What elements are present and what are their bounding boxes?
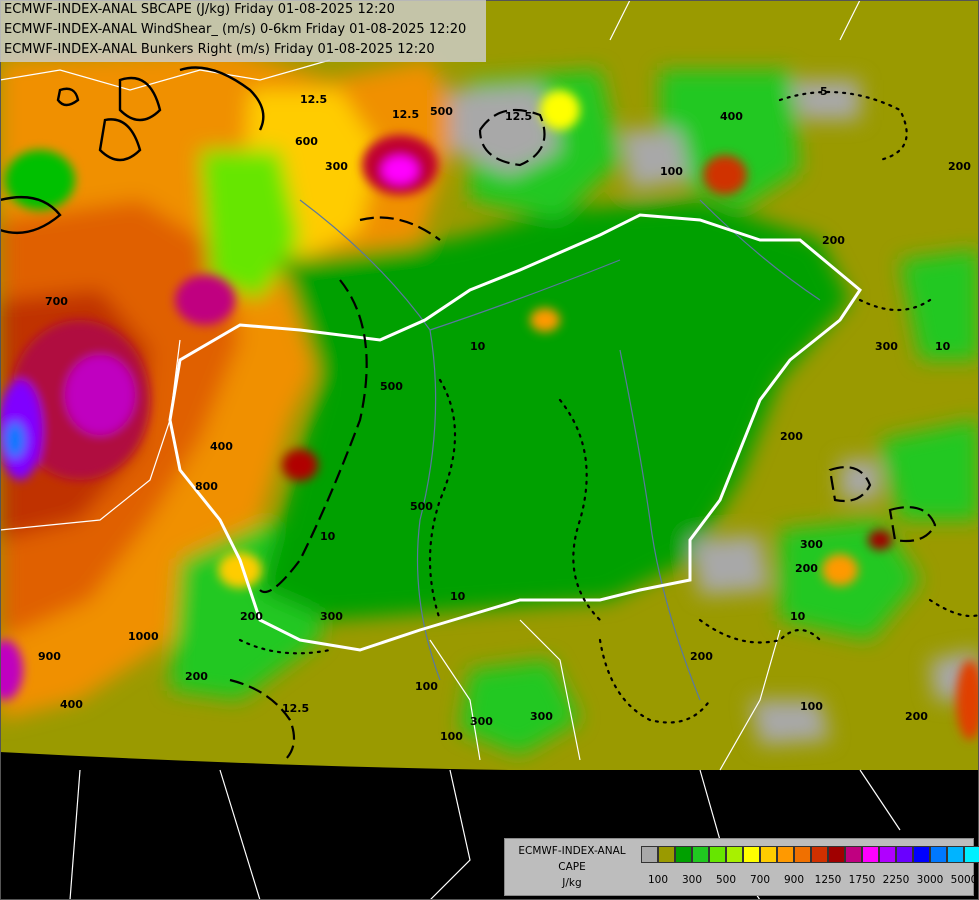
header-line-bunkers: ECMWF-INDEX-ANAL Bunkers Right (m/s) Fri… — [4, 42, 435, 57]
contour-label: 400 — [60, 698, 83, 711]
legend-swatch — [675, 846, 692, 863]
contour-label: 5 — [820, 85, 828, 98]
contour-label: 12.5 — [282, 702, 309, 715]
contour-label: 400 — [210, 440, 233, 453]
legend-title-source: ECMWF-INDEX-ANAL — [518, 845, 626, 857]
contour-label: 200 — [690, 650, 713, 663]
legend-swatch — [760, 846, 777, 863]
contour-label: 200 — [185, 670, 208, 683]
contour-label: 500 — [410, 500, 433, 513]
legend-title-cape: CAPE — [558, 861, 586, 873]
title-header: ECMWF-INDEX-ANAL SBCAPE (J/kg) Friday 01… — [0, 0, 486, 62]
contour-label: 500 — [380, 380, 403, 393]
contour-label: 800 — [195, 480, 218, 493]
contour-label: 200 — [795, 562, 818, 575]
cape-legend: ECMWF-INDEX-ANAL CAPE J/kg 100 300 500 700 9… — [504, 838, 979, 896]
legend-tick-label: 700 — [749, 874, 771, 886]
header-line-windshear: ECMWF-INDEX-ANAL WindShear_ (m/s) 0-6km … — [4, 22, 467, 37]
legend-tick-label: 1750 — [848, 874, 876, 886]
contour-label: 200 — [905, 710, 928, 723]
legend-swatch — [641, 846, 658, 863]
legend-tick-label: 900 — [783, 874, 805, 886]
contour-label: 200 — [240, 610, 263, 623]
legend-swatch — [913, 846, 930, 863]
contour-label: 12.5 — [505, 110, 532, 123]
contour-label: 400 — [720, 110, 743, 123]
legend-swatch — [743, 846, 760, 863]
legend-tick-label: 500 — [715, 874, 737, 886]
contour-label: 300 — [320, 610, 343, 623]
legend-swatch — [947, 846, 964, 863]
contour-label: 1000 — [128, 630, 159, 643]
contour-label: 100 — [800, 700, 823, 713]
contour-label: 300 — [800, 538, 823, 551]
legend-tick-label: 1250 — [814, 874, 842, 886]
legend-swatch — [709, 846, 726, 863]
contour-label: 300 — [470, 715, 493, 728]
legend-swatch — [658, 846, 675, 863]
contour-label: 200 — [780, 430, 803, 443]
legend-tick-label: 3000 — [916, 874, 944, 886]
contour-label: 100 — [660, 165, 683, 178]
contour-label: 100 — [415, 680, 438, 693]
contour-label: 600 — [295, 135, 318, 148]
contour-label: 10 — [470, 340, 486, 353]
cape-field — [0, 0, 979, 770]
contour-label: 300 — [530, 710, 553, 723]
legend-tick-label: 100 — [647, 874, 669, 886]
legend-swatch — [964, 846, 979, 863]
contour-label: 200 — [948, 160, 971, 173]
contour-label: 500 — [430, 105, 453, 118]
legend-swatch — [879, 846, 896, 863]
legend-title-unit: J/kg — [562, 877, 582, 889]
contour-label: 10 — [790, 610, 806, 623]
legend-swatch — [777, 846, 794, 863]
legend-swatch — [828, 846, 845, 863]
contour-label: 200 — [822, 234, 845, 247]
contour-label: 900 — [38, 650, 61, 663]
contour-label: 10 — [450, 590, 466, 603]
contour-label: 10 — [320, 530, 336, 543]
contour-label: 12.5 — [392, 108, 419, 121]
legend-swatch — [811, 846, 828, 863]
contour-label: 700 — [45, 295, 68, 308]
contour-label: 10 — [935, 340, 951, 353]
legend-tick-label: 5000 — [950, 874, 978, 886]
legend-swatch — [845, 846, 862, 863]
cape-map: 12.5 12.5 12.5 12.5 10 10 10 10 10 5 100 200 300 400 5… — [0, 0, 979, 900]
contour-label: 12.5 — [300, 93, 327, 106]
legend-swatch — [794, 846, 811, 863]
legend-swatch — [862, 846, 879, 863]
contour-label: 300 — [875, 340, 898, 353]
header-line-sbcape: ECMWF-INDEX-ANAL SBCAPE (J/kg) Friday 01… — [4, 2, 395, 17]
legend-tick-label: 2250 — [882, 874, 910, 886]
contour-label: 300 — [325, 160, 348, 173]
legend-swatch — [930, 846, 947, 863]
legend-swatch — [726, 846, 743, 863]
legend-tick-label: 300 — [681, 874, 703, 886]
contour-label: 100 — [440, 730, 463, 743]
legend-swatch — [692, 846, 709, 863]
legend-swatch — [896, 846, 913, 863]
